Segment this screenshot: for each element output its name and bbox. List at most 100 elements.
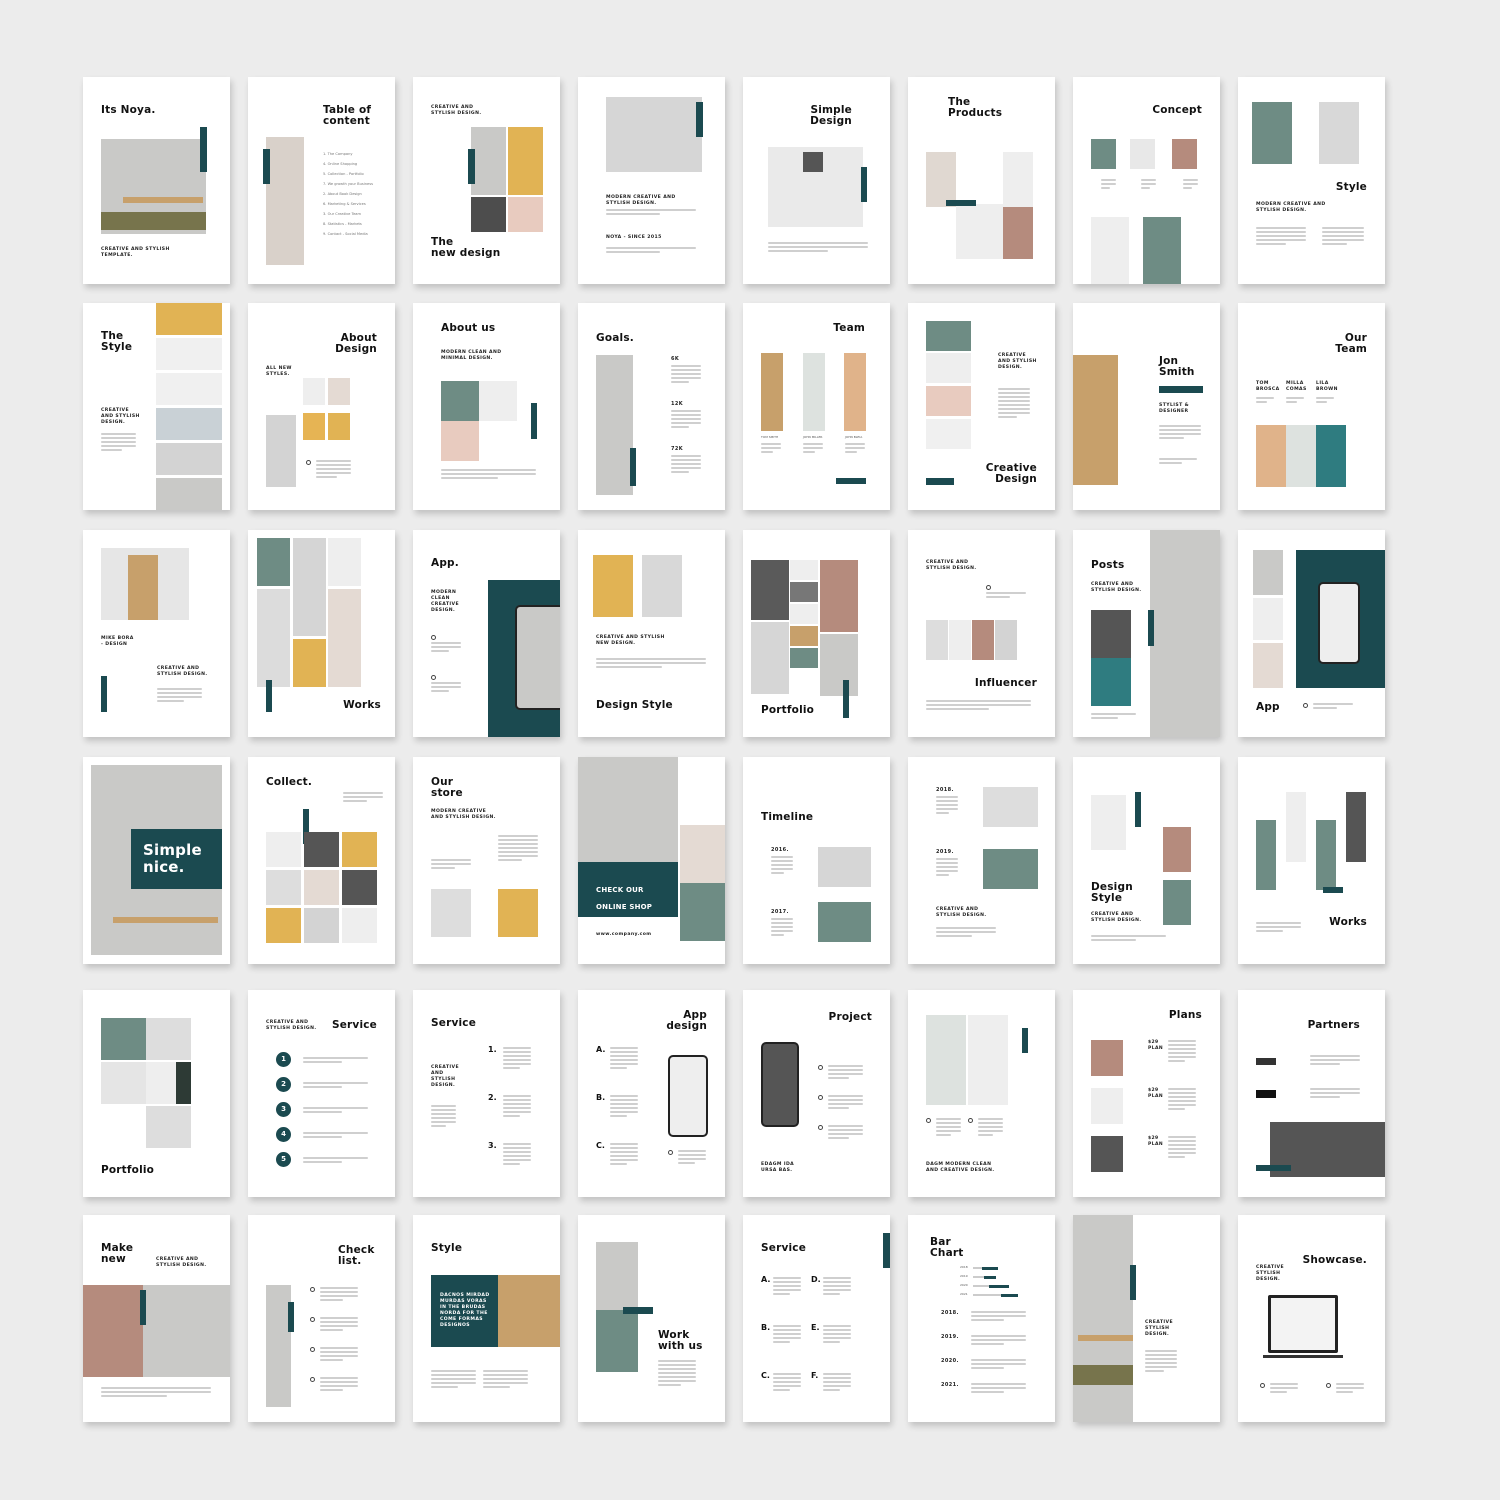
document-page-thumbnail[interactable]: Posts CREATIVE AND STYLISH DESIGN. [1073, 530, 1220, 737]
document-page-thumbnail[interactable]: Service A. D. B. E. C. F. [743, 1215, 890, 1422]
body-text-line [773, 1293, 790, 1295]
document-page-thumbnail[interactable]: CREATIVE AND STYLISH NEW DESIGN. Design S… [578, 530, 725, 737]
document-page-thumbnail[interactable]: The Style CREATIVE AND STYLISH DESIGN. [83, 303, 230, 510]
photo [328, 538, 361, 586]
photo [304, 908, 339, 943]
document-page-thumbnail[interactable]: About Design ALL NEW STYLES. [248, 303, 395, 510]
body-text-line [1336, 1387, 1364, 1389]
document-page-thumbnail[interactable]: Works [1238, 757, 1385, 964]
body-text-line [658, 1360, 696, 1362]
body-text-line [978, 1118, 1003, 1120]
document-page-thumbnail[interactable]: CREATIVE AND STYLISH DESIGN. Service 1 2 3 4 5 [248, 990, 395, 1197]
photo [328, 413, 350, 440]
document-page-thumbnail[interactable]: CREATIVE AND STYLISH DESIGN. The new desi… [413, 77, 560, 284]
body-text-line [503, 1063, 531, 1065]
document-page-thumbnail[interactable]: Timeline 2016. 2017. [743, 757, 890, 964]
document-page-thumbnail[interactable]: Work with us [578, 1215, 725, 1422]
accent-bar [1323, 887, 1343, 893]
body-text-line [828, 1077, 849, 1079]
photo [820, 634, 858, 696]
step-number-badge: 4 [276, 1127, 291, 1142]
photo [498, 1275, 560, 1347]
body-text-line [431, 1109, 456, 1111]
partner-logo [1256, 1090, 1276, 1098]
document-page-thumbnail[interactable]: Table of content 1. The Company 4. Online… [248, 77, 395, 284]
document-page-thumbnail[interactable]: Simple nice. [83, 757, 230, 964]
document-page-thumbnail[interactable]: Team TOM SMITH JOHN MILLER JOHN BLEIA [743, 303, 890, 510]
document-page-thumbnail[interactable]: MIKE BORA - DESIGN CREATIVE AND STYLISH D… [83, 530, 230, 737]
document-page-thumbnail[interactable]: Check list. [248, 1215, 395, 1422]
photo [143, 1285, 230, 1377]
document-page-thumbnail[interactable]: 2018. 2019. CREATIVE AND STYLISH DESIGN. [908, 757, 1055, 964]
body-text-line [431, 1370, 476, 1372]
body-text-line [671, 455, 701, 457]
photo [1163, 880, 1191, 925]
page-title: Check list. [338, 1244, 375, 1267]
document-page-thumbnail[interactable]: Its Noya. CREATIVE AND STYLISH TEMPLATE. [83, 77, 230, 284]
document-page-thumbnail[interactable]: Style DACNOS MIRDAD MURDAS VORAS IN THE B… [413, 1215, 560, 1422]
body-text-line [1091, 713, 1136, 715]
body-text-line [431, 863, 471, 865]
photo [471, 127, 506, 195]
document-page-thumbnail[interactable]: CHECK OUR ONLINE SHOP www.company.com [578, 757, 725, 964]
check-circle-icon [1303, 703, 1308, 708]
page-title: Service [431, 1017, 477, 1029]
document-page-thumbnail[interactable]: Collect. [248, 757, 395, 964]
document-page-thumbnail[interactable]: Make new CREATIVE AND STYLISH DESIGN. [83, 1215, 230, 1422]
photo [995, 620, 1017, 660]
document-page-thumbnail[interactable]: App [1238, 530, 1385, 737]
document-page-thumbnail[interactable]: Our store MODERN CREATIVE AND STYLISH DES… [413, 757, 560, 964]
photo [578, 757, 678, 862]
body-text-line [771, 922, 793, 924]
body-text-line [1145, 1366, 1177, 1368]
body-text-line [971, 1391, 1004, 1393]
document-page-thumbnail[interactable]: Concept [1073, 77, 1220, 284]
body-text-line [773, 1337, 801, 1339]
page-title: Service [761, 1242, 807, 1254]
body-text-line [823, 1341, 840, 1343]
document-page-thumbnail[interactable]: App design A. B. C. [578, 990, 725, 1197]
page-title: App. [431, 557, 459, 569]
document-page-thumbnail[interactable]: Plans $29 PLAN $29 PLAN $29 PLAN [1073, 990, 1220, 1197]
body-text-line [671, 422, 701, 424]
plan-price: $29 PLAN [1148, 1136, 1164, 1147]
document-page-thumbnail[interactable]: Goals. 6K 12K 72K [578, 303, 725, 510]
body-text-line [1168, 1108, 1185, 1110]
document-page-thumbnail[interactable]: Style MODERN CREATIVE AND STYLISH DESIGN. [1238, 77, 1385, 284]
document-page-thumbnail[interactable]: Simple Design [743, 77, 890, 284]
document-page-thumbnail[interactable]: Design Style CREATIVE AND STYLISH DESIGN. [1073, 757, 1220, 964]
page-title: Works [343, 699, 381, 711]
body-text-line [1183, 179, 1198, 181]
document-page-thumbnail[interactable]: Jon Smith STYLIST & DESIGNER [1073, 303, 1220, 510]
photo [1150, 530, 1220, 737]
phone-mockup [515, 605, 560, 710]
document-page-thumbnail[interactable]: Partners [1238, 990, 1385, 1197]
document-page-thumbnail[interactable]: Project EDAGM IDA URSA BAS. [743, 990, 890, 1197]
document-page-thumbnail[interactable]: CREATIVE AND STYLISH DESIGN. Influencer [908, 530, 1055, 737]
document-page-thumbnail[interactable]: CREATIVE STYLISH DESIGN. [1073, 1215, 1220, 1422]
body-text-line [503, 1115, 520, 1117]
document-page-thumbnail[interactable]: About us MODERN CLEAN AND MINIMAL DESIGN. [413, 303, 560, 510]
document-page-thumbnail[interactable]: DAGM MODERN CLEAN AND CREATIVE DESIGN. [908, 990, 1055, 1197]
list-letter: C. [761, 1371, 770, 1380]
document-page-thumbnail[interactable]: The Products [908, 77, 1055, 284]
document-page-thumbnail[interactable]: Our Team TOM BROSCA MILLA COMAS LILA BROWN [1238, 303, 1385, 510]
document-page-thumbnail[interactable]: Portfolio [743, 530, 890, 737]
document-page-thumbnail[interactable]: MODERN CREATIVE AND STYLISH DESIGN. NOYA … [578, 77, 725, 284]
phone-mockup [668, 1055, 708, 1137]
document-page-thumbnail[interactable]: Portfolio [83, 990, 230, 1197]
body-text-line [343, 800, 367, 802]
photo [968, 1015, 1008, 1105]
body-text-line [998, 408, 1030, 410]
document-page-thumbnail[interactable]: Works [248, 530, 395, 737]
document-page-thumbnail[interactable]: Bar Chart 2018 2019 2020 2021 2018. 2019. 2020.… [908, 1215, 1055, 1422]
photo [266, 870, 301, 905]
document-page-thumbnail[interactable]: Showcase. CREATIVE STYLISH DESIGN. [1238, 1215, 1385, 1422]
document-page-thumbnail[interactable]: CREATIVE AND STYLISH DESIGN. Creative Des… [908, 303, 1055, 510]
document-page-thumbnail[interactable]: Service CREATIVE AND STYLISH DESIGN. 1. 2. 3… [413, 990, 560, 1197]
body-text-line [157, 692, 202, 694]
body-text-line [503, 1155, 531, 1157]
body-text-line [936, 927, 996, 929]
document-page-thumbnail[interactable]: App. MODERN CLEAN CREATIVE DESIGN. [413, 530, 560, 737]
body-text-line [503, 1151, 531, 1153]
